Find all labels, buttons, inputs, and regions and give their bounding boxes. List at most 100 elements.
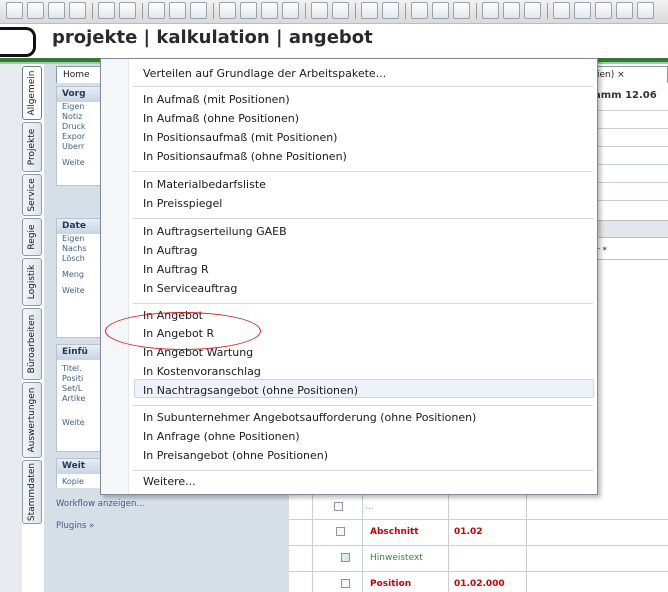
row-type-hinweistext[interactable]: Hinweistext xyxy=(370,553,423,563)
redo-icon[interactable] xyxy=(119,2,136,19)
row-type-position[interactable]: Position xyxy=(370,579,411,589)
tab-auswertungen[interactable]: Auswertungen xyxy=(22,382,42,458)
chart-icon[interactable] xyxy=(453,2,470,19)
menu-item-subunternehmer[interactable]: In Subunternehmer Angebotsaufforderung (… xyxy=(143,411,476,424)
menu-item-preisspiegel[interactable]: In Preisspiegel xyxy=(143,197,222,210)
group-band xyxy=(594,220,668,238)
import-icon[interactable] xyxy=(524,2,541,19)
edit-icon[interactable] xyxy=(411,2,428,19)
tab-home-label: Home xyxy=(63,70,90,80)
column-header[interactable]: r * xyxy=(594,246,668,260)
tab-projekte[interactable]: Projekte xyxy=(22,122,42,172)
copy-icon[interactable] xyxy=(240,2,257,19)
menu-item-preisangebot[interactable]: In Preisangebot (ohne Positionen) xyxy=(143,449,328,462)
tree-expander-icon[interactable] xyxy=(336,527,345,536)
menu-separator xyxy=(133,303,593,304)
paste-icon[interactable] xyxy=(261,2,278,19)
settings-icon[interactable] xyxy=(574,2,591,19)
plugins-link[interactable]: Plugins » xyxy=(56,521,94,531)
tab-allgemein[interactable]: Allgemein xyxy=(22,66,42,120)
tab-document[interactable]: ien) × xyxy=(594,66,668,83)
delete-icon[interactable] xyxy=(282,2,299,19)
menu-item-nachtragsangebot[interactable]: In Nachtragsangebot (ohne Positionen) xyxy=(143,384,358,397)
arrow-right-icon[interactable] xyxy=(332,2,349,19)
note-leaf-icon xyxy=(341,553,350,562)
tab-logistik[interactable]: Logistik xyxy=(22,258,42,306)
tab-label: Regie xyxy=(27,224,37,250)
row-number[interactable]: 01.02.000 xyxy=(454,579,505,589)
toolbar-separator xyxy=(92,3,93,19)
menu-item-auftrag[interactable]: In Auftrag xyxy=(143,244,197,257)
annotation-ellipse xyxy=(105,312,261,350)
calculator-icon[interactable] xyxy=(482,2,499,19)
arrow-up-icon[interactable] xyxy=(361,2,378,19)
menu-item-weitere[interactable]: Weitere... xyxy=(143,475,196,488)
menu-item-serviceauftrag[interactable]: In Serviceauftrag xyxy=(143,282,237,295)
cut-icon[interactable] xyxy=(219,2,236,19)
toolbar xyxy=(0,0,668,24)
workflow-link[interactable]: Workflow anzeigen... xyxy=(56,499,145,509)
tab-document-label: ien) × xyxy=(597,70,625,80)
menu-item-aufmass-ohne[interactable]: In Aufmaß (ohne Positionen) xyxy=(143,112,299,125)
tab-label: Logistik xyxy=(27,264,37,300)
info-icon[interactable] xyxy=(616,2,633,19)
tree-ellipsis: ... xyxy=(365,502,374,512)
tab-label: Auswertungen xyxy=(27,387,37,453)
preview-icon[interactable] xyxy=(148,2,165,19)
menu-item-anfrage[interactable]: In Anfrage (ohne Positionen) xyxy=(143,430,300,443)
menu-separator xyxy=(133,405,593,406)
filter-icon[interactable] xyxy=(553,2,570,19)
menu-separator xyxy=(133,171,593,172)
tab-bueroarbeiten[interactable]: Büroarbeiten xyxy=(22,308,42,380)
menu-icon-gutter xyxy=(101,59,129,494)
context-menu: Verteilen auf Grundlage der Arbeitspaket… xyxy=(100,58,598,495)
print-icon[interactable] xyxy=(69,2,86,19)
tab-regie[interactable]: Regie xyxy=(22,218,42,256)
tab-label: Projekte xyxy=(27,128,37,166)
tab-label: Service xyxy=(27,178,37,212)
window-icon[interactable] xyxy=(637,2,654,19)
undo-icon[interactable] xyxy=(98,2,115,19)
row-number[interactable]: 01.02 xyxy=(454,527,482,537)
menu-item-auftragserteilung-gaeb[interactable]: In Auftragserteilung GAEB xyxy=(143,225,287,238)
tab-label: Büroarbeiten xyxy=(27,314,37,374)
menu-item-verteilen[interactable]: Verteilen auf Grundlage der Arbeitspaket… xyxy=(143,67,386,80)
new-icon[interactable] xyxy=(6,2,23,19)
open-icon[interactable] xyxy=(27,2,44,19)
toolbar-separator xyxy=(305,3,306,19)
menu-item-auftrag-r[interactable]: In Auftrag R xyxy=(143,263,209,276)
toolbar-separator xyxy=(142,3,143,19)
menu-item-materialbedarfsliste[interactable]: In Materialbedarfsliste xyxy=(143,178,266,191)
menu-separator xyxy=(133,86,593,87)
menu-item-kostenvoranschlag[interactable]: In Kostenvoranschlag xyxy=(143,365,261,378)
refresh-icon[interactable] xyxy=(190,2,207,19)
search-icon[interactable] xyxy=(169,2,186,19)
tab-stammdaten[interactable]: Stammdaten xyxy=(22,460,42,524)
save-icon[interactable] xyxy=(48,2,65,19)
grid-line xyxy=(289,571,668,572)
tree-expander-icon[interactable] xyxy=(341,579,350,588)
menu-separator xyxy=(133,470,593,471)
left-strip xyxy=(0,64,22,592)
toolbar-separator xyxy=(547,3,548,19)
menu-item-positionsaufmass-mit[interactable]: In Positionsaufmaß (mit Positionen) xyxy=(143,131,337,144)
table-icon[interactable] xyxy=(432,2,449,19)
tree-expander-icon[interactable] xyxy=(334,502,343,511)
module-icon xyxy=(0,27,36,57)
help-icon[interactable] xyxy=(595,2,612,19)
tab-service[interactable]: Service xyxy=(22,174,42,216)
toolbar-separator xyxy=(355,3,356,19)
export-icon[interactable] xyxy=(503,2,520,19)
arrow-left-icon[interactable] xyxy=(311,2,328,19)
menu-separator xyxy=(133,218,593,219)
row-type-abschnitt[interactable]: Abschnitt xyxy=(370,527,419,537)
toolbar-separator xyxy=(476,3,477,19)
menu-item-aufmass-mit[interactable]: In Aufmaß (mit Positionen) xyxy=(143,93,290,106)
tab-label: Allgemein xyxy=(27,70,37,116)
menu-item-positionsaufmass-ohne[interactable]: In Positionsaufmaß (ohne Positionen) xyxy=(143,150,347,163)
grid-line xyxy=(594,200,668,201)
grid-line xyxy=(289,519,668,520)
arrow-down-icon[interactable] xyxy=(382,2,399,19)
page-title: projekte | kalkulation | angebot xyxy=(52,27,373,48)
grid-line xyxy=(594,128,668,129)
